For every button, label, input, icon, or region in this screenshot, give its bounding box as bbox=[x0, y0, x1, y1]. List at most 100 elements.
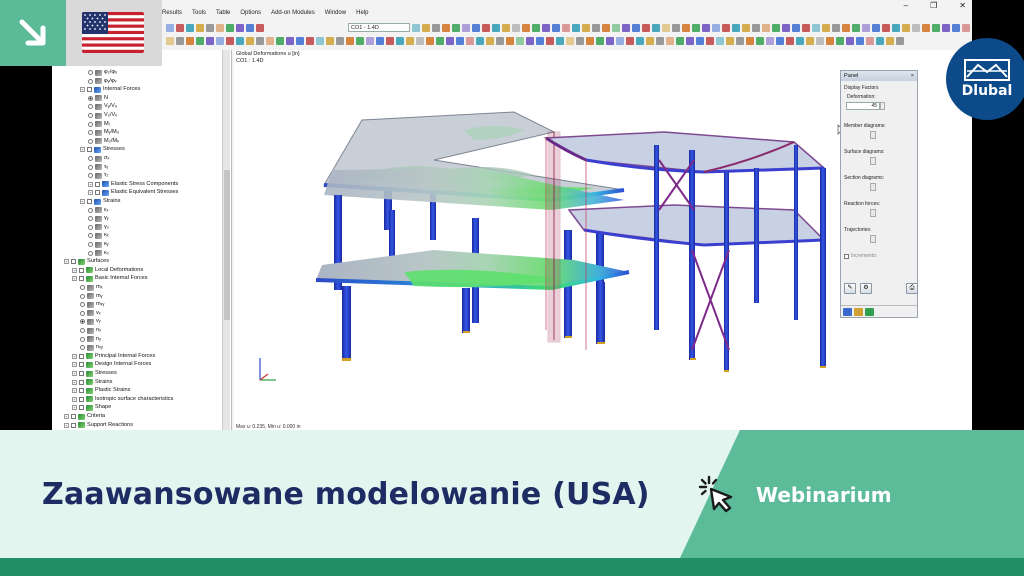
navigator-scrollbar[interactable] bbox=[222, 50, 230, 430]
toolbar-button[interactable] bbox=[246, 23, 254, 32]
toolbar-button[interactable] bbox=[762, 23, 770, 32]
toolbar-button[interactable] bbox=[526, 36, 534, 45]
tree-checkbox[interactable] bbox=[79, 396, 84, 402]
load-case-select[interactable]: CO1 - 1.4D bbox=[348, 23, 410, 32]
tree-checkbox[interactable] bbox=[71, 422, 76, 428]
menu-table[interactable]: Table bbox=[216, 10, 230, 22]
toolbar-button[interactable] bbox=[706, 36, 714, 45]
toolbar-button[interactable] bbox=[712, 23, 720, 32]
toolbar-button[interactable] bbox=[176, 36, 184, 45]
toolbar-button[interactable] bbox=[722, 23, 730, 32]
toolbar-button[interactable] bbox=[236, 23, 244, 32]
toolbar-button[interactable] bbox=[396, 36, 404, 45]
toolbar-button[interactable] bbox=[862, 23, 870, 32]
toolbar-button[interactable] bbox=[266, 36, 274, 45]
toolbar-button[interactable] bbox=[892, 23, 900, 32]
toolbar-button[interactable] bbox=[496, 36, 504, 45]
tree-radio[interactable] bbox=[88, 95, 93, 101]
toolbar-button[interactable] bbox=[562, 23, 570, 32]
menu-results[interactable]: Results bbox=[162, 10, 182, 22]
toolbar-button[interactable] bbox=[786, 36, 794, 45]
tree-radio[interactable] bbox=[80, 302, 85, 308]
tree-radio[interactable] bbox=[88, 138, 93, 144]
toolbar-button[interactable] bbox=[366, 36, 374, 45]
tree-radio[interactable] bbox=[88, 113, 93, 118]
expand-icon[interactable]: + bbox=[80, 199, 85, 204]
toolbar-button[interactable] bbox=[572, 23, 580, 32]
toolbar-button[interactable] bbox=[752, 23, 760, 32]
toolbar-button[interactable] bbox=[612, 23, 620, 32]
tree-checkbox[interactable] bbox=[87, 87, 92, 93]
toolbar-button[interactable] bbox=[866, 36, 874, 45]
expand-icon[interactable]: + bbox=[64, 422, 69, 428]
toolbar-button[interactable] bbox=[286, 36, 294, 45]
toolbar-button[interactable] bbox=[502, 23, 510, 32]
toolbar-button[interactable] bbox=[932, 23, 940, 32]
expand-icon[interactable]: + bbox=[88, 181, 93, 187]
menu-options[interactable]: Options bbox=[240, 10, 261, 22]
tree-radio[interactable] bbox=[88, 242, 93, 247]
expand-icon[interactable]: + bbox=[72, 388, 77, 394]
toolbar-button[interactable] bbox=[566, 36, 574, 45]
toolbar-button[interactable] bbox=[506, 36, 514, 45]
section-diagrams-spinner[interactable] bbox=[870, 183, 876, 191]
tree-radio[interactable] bbox=[88, 104, 93, 110]
toolbar-button[interactable] bbox=[492, 23, 500, 32]
deformation-input[interactable]: 45 bbox=[846, 102, 880, 110]
toolbar-button[interactable] bbox=[536, 36, 544, 45]
increments-checkbox[interactable] bbox=[844, 253, 849, 259]
toolbar-button[interactable] bbox=[196, 23, 204, 32]
expand-icon[interactable]: + bbox=[80, 147, 85, 153]
toolbar-button[interactable] bbox=[512, 23, 520, 32]
toolbar-button[interactable] bbox=[856, 36, 864, 45]
toolbar-button[interactable] bbox=[306, 36, 314, 45]
toolbar-button[interactable] bbox=[346, 36, 354, 45]
toolbar-button[interactable] bbox=[326, 36, 334, 45]
tree-radio[interactable] bbox=[88, 224, 93, 230]
tree-checkbox[interactable] bbox=[79, 353, 84, 359]
print-icon[interactable]: ⎙ bbox=[906, 283, 918, 294]
toolbar-button[interactable] bbox=[646, 36, 654, 45]
tree-radio[interactable] bbox=[88, 164, 93, 170]
toolbar-button[interactable] bbox=[186, 23, 194, 32]
toolbar-button[interactable] bbox=[426, 36, 434, 45]
toolbar-button[interactable] bbox=[662, 23, 670, 32]
toolbar-button[interactable] bbox=[692, 23, 700, 32]
toolbar-button[interactable] bbox=[756, 36, 764, 45]
deformation-spinner[interactable] bbox=[880, 102, 885, 110]
toolbar-button[interactable] bbox=[176, 23, 184, 32]
toolbar-button[interactable] bbox=[846, 36, 854, 45]
toolbar-button[interactable] bbox=[886, 36, 894, 45]
tree-radio[interactable] bbox=[88, 130, 93, 136]
toolbar-button[interactable] bbox=[442, 23, 450, 32]
expand-icon[interactable]: + bbox=[72, 405, 77, 411]
toolbar-button[interactable] bbox=[686, 36, 694, 45]
toolbar-button[interactable] bbox=[522, 23, 530, 32]
toolbar-button[interactable] bbox=[406, 36, 414, 45]
tree-checkbox[interactable] bbox=[87, 147, 92, 153]
toolbar-button[interactable] bbox=[542, 23, 550, 32]
menu-tools[interactable]: Tools bbox=[192, 10, 206, 22]
toolbar-button[interactable] bbox=[676, 36, 684, 45]
toolbar-button[interactable] bbox=[776, 36, 784, 45]
toolbar-button[interactable] bbox=[552, 23, 560, 32]
settings-icon[interactable]: ⚙ bbox=[860, 283, 872, 294]
tab-factors[interactable] bbox=[854, 308, 863, 316]
restore-button[interactable]: ❐ bbox=[930, 1, 937, 10]
toolbar-button[interactable] bbox=[476, 36, 484, 45]
tree-checkbox[interactable] bbox=[79, 276, 84, 282]
tree-radio[interactable] bbox=[88, 156, 93, 161]
toolbar-button[interactable] bbox=[256, 36, 264, 45]
toolbar-button[interactable] bbox=[796, 36, 804, 45]
toolbar-button[interactable] bbox=[386, 36, 394, 45]
toolbar-button[interactable] bbox=[466, 36, 474, 45]
toolbar-button[interactable] bbox=[702, 23, 710, 32]
toolbar-button[interactable] bbox=[206, 36, 214, 45]
toolbar-button[interactable] bbox=[356, 36, 364, 45]
expand-icon[interactable]: + bbox=[72, 371, 77, 376]
tree-radio[interactable] bbox=[88, 70, 93, 75]
reaction-forces-spinner[interactable] bbox=[870, 209, 876, 217]
toolbar-button[interactable] bbox=[436, 36, 444, 45]
toolbar-button[interactable] bbox=[912, 23, 920, 32]
toolbar-button[interactable] bbox=[726, 36, 734, 45]
